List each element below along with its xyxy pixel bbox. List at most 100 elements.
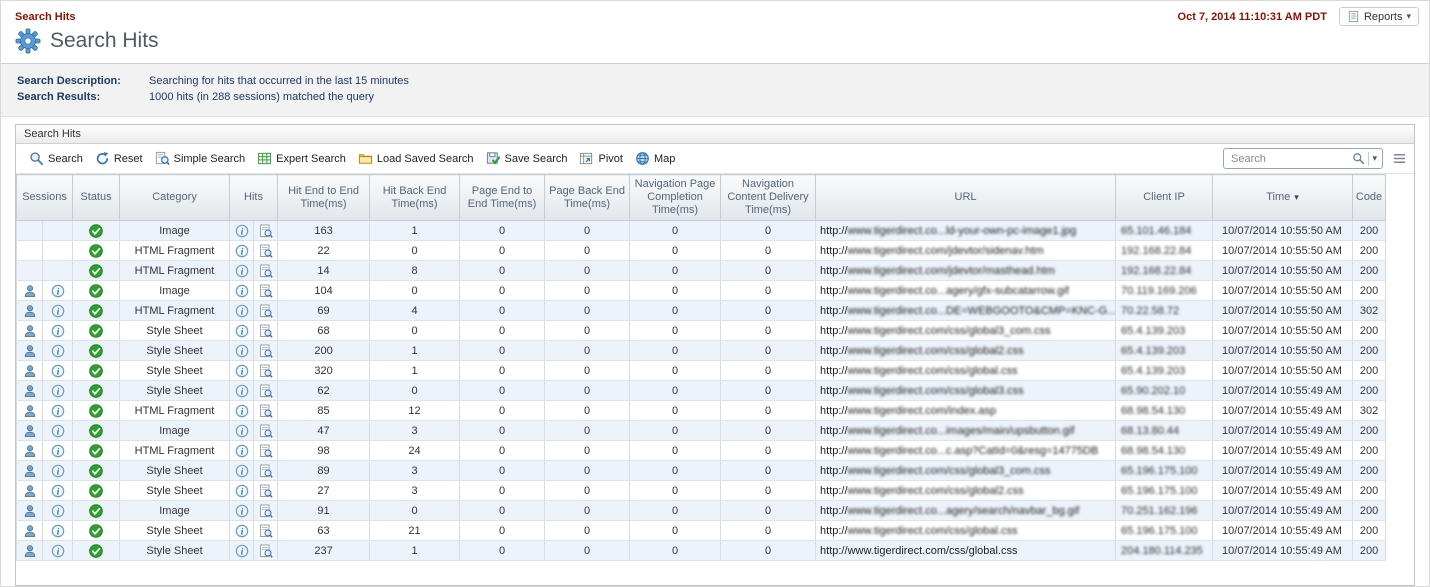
header-time[interactable]: Time▾ xyxy=(1213,175,1353,221)
header-hit-end-to-end[interactable]: Hit End to End Time(ms) xyxy=(278,175,370,221)
session-user-cell[interactable] xyxy=(17,401,43,421)
session-info-cell[interactable]: i xyxy=(43,301,73,321)
hit-info-cell[interactable]: i xyxy=(230,541,254,561)
url-cell[interactable]: http://www.tigerdirect.com/css/global3_c… xyxy=(816,321,1116,341)
header-nav-page-completion[interactable]: Navigation Page Completion Time(ms) xyxy=(630,175,721,221)
header-hit-back-end[interactable]: Hit Back End Time(ms) xyxy=(370,175,460,221)
header-code[interactable]: Code xyxy=(1353,175,1386,221)
url-cell[interactable]: http://www.tigerdirect.com/index.asp xyxy=(816,401,1116,421)
url-cell[interactable]: http://www.tigerdirect.com/css/global.cs… xyxy=(816,541,1116,561)
view-hit-cell[interactable] xyxy=(254,401,278,421)
url-cell[interactable]: http://www.tigerdirect.com/css/global3.c… xyxy=(816,381,1116,401)
url-cell[interactable]: http://www.tigerdirect.co...DE=WEBGOOTO&… xyxy=(816,301,1116,321)
session-info-cell[interactable]: i xyxy=(43,321,73,341)
header-status[interactable]: Status xyxy=(73,175,120,221)
header-page-back-end[interactable]: Page Back End Time(ms) xyxy=(545,175,630,221)
header-page-end-to-end[interactable]: Page End to End Time(ms) xyxy=(460,175,545,221)
session-info-cell[interactable]: i xyxy=(43,401,73,421)
hit-info-cell[interactable]: i xyxy=(230,521,254,541)
view-hit-cell[interactable] xyxy=(254,341,278,361)
header-sessions[interactable]: Sessions xyxy=(17,175,73,221)
view-hit-cell[interactable] xyxy=(254,501,278,521)
session-info-cell[interactable]: i xyxy=(43,341,73,361)
session-info-cell[interactable]: i xyxy=(43,501,73,521)
expert-search-button[interactable]: Expert Search xyxy=(252,148,351,169)
hit-info-cell[interactable]: i xyxy=(230,401,254,421)
view-hit-cell[interactable] xyxy=(254,381,278,401)
map-button[interactable]: Map xyxy=(630,148,680,169)
view-hit-cell[interactable] xyxy=(254,541,278,561)
hit-info-cell[interactable]: i xyxy=(230,461,254,481)
hit-info-cell[interactable]: i xyxy=(230,421,254,441)
header-url[interactable]: URL xyxy=(816,175,1116,221)
session-user-cell[interactable] xyxy=(17,421,43,441)
url-cell[interactable]: http://www.tigerdirect.com/jdevtor/masth… xyxy=(816,261,1116,281)
hit-info-cell[interactable]: i xyxy=(230,241,254,261)
view-hit-cell[interactable] xyxy=(254,321,278,341)
url-cell[interactable]: http://www.tigerdirect.co...ld-your-own-… xyxy=(816,221,1116,241)
hit-info-cell[interactable]: i xyxy=(230,261,254,281)
hit-info-cell[interactable]: i xyxy=(230,321,254,341)
header-nav-content-delivery[interactable]: Navigation Content Delivery Time(ms) xyxy=(721,175,816,221)
view-hit-cell[interactable] xyxy=(254,361,278,381)
session-user-cell[interactable] xyxy=(17,281,43,301)
header-client-ip[interactable]: Client IP xyxy=(1116,175,1213,221)
hit-info-cell[interactable]: i xyxy=(230,281,254,301)
url-cell[interactable]: http://www.tigerdirect.com/css/global3_c… xyxy=(816,461,1116,481)
load-saved-search-button[interactable]: Load Saved Search xyxy=(353,148,479,169)
pivot-button[interactable]: Pivot xyxy=(574,148,627,169)
search-icon[interactable] xyxy=(1352,152,1365,165)
view-hit-cell[interactable] xyxy=(254,241,278,261)
view-hit-cell[interactable] xyxy=(254,461,278,481)
session-user-cell[interactable] xyxy=(17,541,43,561)
save-search-button[interactable]: Save Search xyxy=(481,148,573,169)
session-info-cell[interactable]: i xyxy=(43,381,73,401)
hit-info-cell[interactable]: i xyxy=(230,221,254,241)
simple-search-button[interactable]: Simple Search xyxy=(150,148,251,169)
session-info-cell[interactable]: i xyxy=(43,461,73,481)
session-info-cell[interactable]: i xyxy=(43,521,73,541)
session-user-cell[interactable] xyxy=(17,441,43,461)
view-hit-cell[interactable] xyxy=(254,221,278,241)
view-hit-cell[interactable] xyxy=(254,421,278,441)
search-button[interactable]: Search xyxy=(24,148,88,169)
view-hit-cell[interactable] xyxy=(254,261,278,281)
session-info-cell[interactable]: i xyxy=(43,281,73,301)
session-user-cell[interactable] xyxy=(17,501,43,521)
chevron-down-icon[interactable]: ▾ xyxy=(1372,153,1377,164)
hit-info-cell[interactable]: i xyxy=(230,341,254,361)
table-search-input[interactable] xyxy=(1229,152,1352,166)
url-cell[interactable]: http://www.tigerdirect.com/jdevtor/siden… xyxy=(816,241,1116,261)
view-hit-cell[interactable] xyxy=(254,521,278,541)
url-cell[interactable]: http://www.tigerdirect.com/css/global.cs… xyxy=(816,361,1116,381)
hit-info-cell[interactable]: i xyxy=(230,481,254,501)
session-user-cell[interactable] xyxy=(17,481,43,501)
url-cell[interactable]: http://www.tigerdirect.com/css/global2.c… xyxy=(816,481,1116,501)
session-user-cell[interactable] xyxy=(17,521,43,541)
session-info-cell[interactable]: i xyxy=(43,481,73,501)
session-info-cell[interactable]: i xyxy=(43,361,73,381)
view-hit-cell[interactable] xyxy=(254,301,278,321)
view-hit-cell[interactable] xyxy=(254,481,278,501)
url-cell[interactable]: http://www.tigerdirect.co...images/main/… xyxy=(816,421,1116,441)
session-user-cell[interactable] xyxy=(17,301,43,321)
table-search-box[interactable]: ▾ xyxy=(1223,148,1383,169)
session-user-cell[interactable] xyxy=(17,461,43,481)
url-cell[interactable]: http://www.tigerdirect.com/css/global2.c… xyxy=(816,341,1116,361)
view-hit-cell[interactable] xyxy=(254,441,278,461)
session-info-cell[interactable]: i xyxy=(43,541,73,561)
session-user-cell[interactable] xyxy=(17,341,43,361)
hit-info-cell[interactable]: i xyxy=(230,301,254,321)
session-info-cell[interactable]: i xyxy=(43,421,73,441)
hit-info-cell[interactable]: i xyxy=(230,501,254,521)
session-info-cell[interactable]: i xyxy=(43,441,73,461)
header-category[interactable]: Category xyxy=(120,175,230,221)
hit-info-cell[interactable]: i xyxy=(230,361,254,381)
url-cell[interactable]: http://www.tigerdirect.com/css/global.cs… xyxy=(816,521,1116,541)
session-user-cell[interactable] xyxy=(17,381,43,401)
url-cell[interactable]: http://www.tigerdirect.co...agery/search… xyxy=(816,501,1116,521)
session-user-cell[interactable] xyxy=(17,321,43,341)
reset-button[interactable]: Reset xyxy=(90,148,148,169)
header-hits[interactable]: Hits xyxy=(230,175,278,221)
view-hit-cell[interactable] xyxy=(254,281,278,301)
